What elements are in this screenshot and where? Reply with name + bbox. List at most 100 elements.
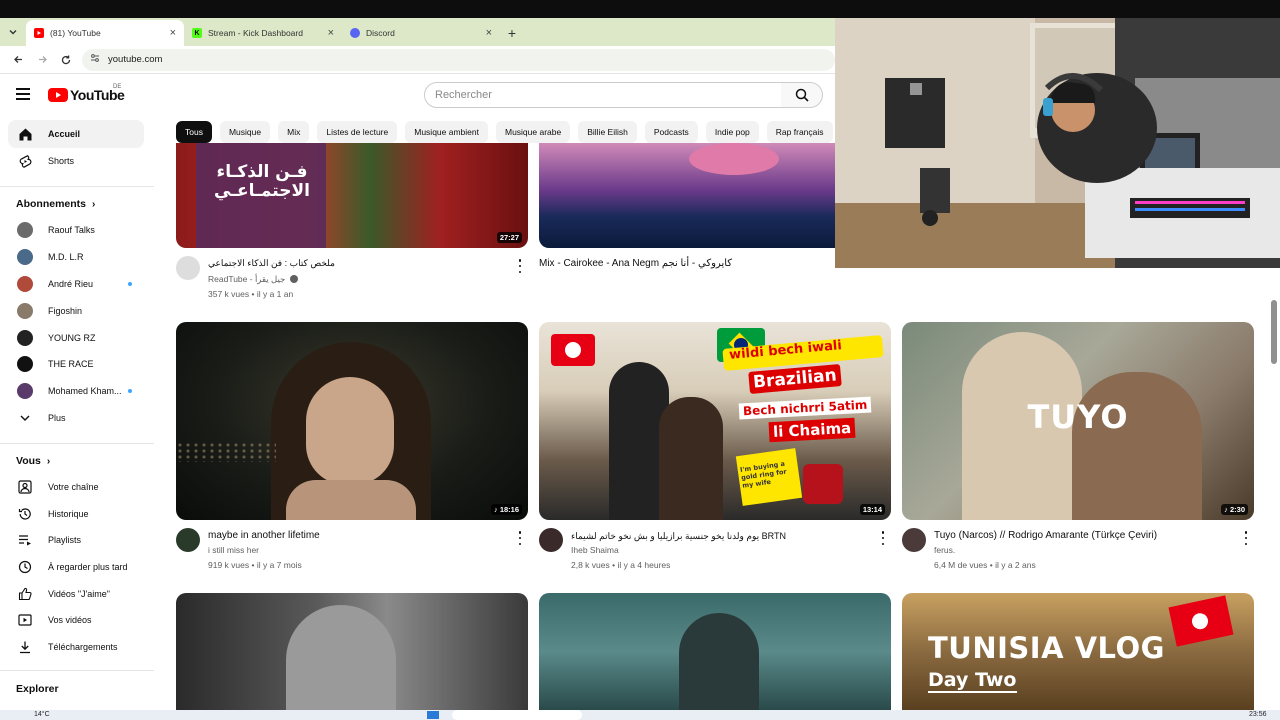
channel-avatar[interactable] <box>176 528 200 552</box>
sidebar-item-your-videos[interactable]: Vos vidéos <box>8 606 144 634</box>
video-thumbnail[interactable]: فـن الذكـاء الاجتمـاعـي 27:27 <box>176 143 528 248</box>
channel-avatar[interactable] <box>902 528 926 552</box>
chip[interactable]: Mix <box>278 121 310 143</box>
video-thumbnail[interactable]: wildi bech iwali Brazilian Bech nichrri … <box>539 322 891 520</box>
chip[interactable]: Musique arabe <box>495 121 571 143</box>
channel-label: ReadTube - جيل يقرأ <box>208 274 286 284</box>
search-icon <box>795 88 809 102</box>
arrow-right-icon <box>38 56 47 63</box>
watch-later-icon <box>16 558 34 576</box>
sidebar-item-subscription[interactable]: Figoshin <box>8 297 144 325</box>
channel-avatar[interactable] <box>176 256 200 280</box>
sidebar-item-liked-videos[interactable]: Vidéos "J'aime" <box>8 580 144 608</box>
tab-close-button[interactable]: × <box>486 27 492 39</box>
tab-close-button[interactable]: × <box>170 27 176 39</box>
sidebar-item-watch-later[interactable]: À regarder plus tard <box>8 553 144 581</box>
subscriptions-heading[interactable]: Abonnements › <box>16 198 95 210</box>
view-count: 2,8 k vues <box>571 560 610 570</box>
explore-heading: Explorer <box>16 683 59 695</box>
video-thumbnail[interactable]: TUNISIA VLOG Day Two <box>902 593 1254 710</box>
sidebar-item-subscription[interactable]: YOUNG RZ <box>8 324 144 352</box>
sidebar-item-label: Accueil <box>48 129 81 139</box>
back-button[interactable] <box>6 48 30 72</box>
tab-youtube[interactable]: (81) YouTube × <box>26 20 184 46</box>
verified-icon <box>289 275 298 283</box>
video-title[interactable]: يوم ولدنا يخو جنسية برازيليا و بش نخو خا… <box>571 531 786 542</box>
screen: { "browser": { "tabs": [ {"title": "(81)… <box>0 0 1280 720</box>
more-actions-icon[interactable] <box>517 259 523 273</box>
channel-avatar[interactable] <box>539 528 563 552</box>
sidebar-divider <box>0 670 154 671</box>
sidebar-item-playlists[interactable]: Playlists <box>8 526 144 554</box>
video-title[interactable]: Tuyo (Narcos) // Rodrigo Amarante (Türkç… <box>934 530 1157 541</box>
youtube-logo[interactable]: YouTube DE <box>48 84 125 103</box>
sidebar-item-subscription[interactable]: Raouf Talks <box>8 216 144 244</box>
thumbnail-person <box>659 397 723 520</box>
sidebar-item-subscription[interactable]: M.D. L.R <box>8 243 144 271</box>
upload-age: il y a 2 ans <box>995 560 1036 570</box>
search-button[interactable] <box>781 82 823 108</box>
channel-name[interactable]: Iheb Shaima <box>571 545 619 555</box>
sidebar-item-shorts[interactable]: Shorts <box>8 147 144 175</box>
more-actions-icon[interactable] <box>517 531 523 545</box>
chip[interactable]: Musique ambient <box>405 121 488 143</box>
avatar <box>17 222 33 238</box>
chip[interactable]: Rap français <box>766 121 833 143</box>
site-info-icon[interactable] <box>90 53 100 66</box>
sidebar-item-history[interactable]: Historique <box>8 500 144 528</box>
video-title[interactable]: ملخص كتاب : فن الذكاء الاجتماعي <box>208 258 335 269</box>
chevron-down-icon <box>9 30 17 35</box>
youtube-play-icon <box>48 88 68 102</box>
sidebar-item-label: Votre chaîne <box>48 482 99 492</box>
reload-button[interactable] <box>54 48 78 72</box>
video-title[interactable]: maybe in another lifetime <box>208 530 320 541</box>
thumbnail-face <box>679 613 759 710</box>
sidebar-item-subscription[interactable]: Mohamed Kham... <box>8 377 144 405</box>
duration-badge: 13:14 <box>859 504 885 515</box>
chevron-down-icon <box>16 409 34 427</box>
forward-button[interactable] <box>30 48 54 72</box>
sidebar-item-downloads[interactable]: Téléchargements <box>8 633 144 661</box>
video-thumbnail[interactable] <box>539 143 835 248</box>
chip[interactable]: Listes de lecture <box>317 121 398 143</box>
tab-discord[interactable]: Discord × <box>342 20 500 46</box>
sidebar-item-subscription[interactable]: André Rieu <box>8 270 144 298</box>
avatar <box>17 276 33 292</box>
more-actions-icon[interactable] <box>880 531 886 545</box>
duration-value: 18:16 <box>499 505 519 514</box>
video-thumbnail[interactable]: ♪ 18:16 <box>176 322 528 520</box>
page-scrollbar[interactable] <box>1271 300 1277 364</box>
url-field[interactable]: youtube.com <box>82 48 835 71</box>
chip-all[interactable]: Tous <box>176 121 212 143</box>
video-title[interactable]: Mix - Cairokee - Ana Negm كايروكي - أنا … <box>539 258 732 269</box>
you-heading[interactable]: Vous › <box>16 455 50 467</box>
sidebar-item-home[interactable]: Accueil <box>8 120 144 148</box>
sidebar-item-your-channel[interactable]: Votre chaîne <box>8 473 144 501</box>
chip[interactable]: Podcasts <box>644 121 698 143</box>
sidebar-item-more[interactable]: Plus <box>8 404 144 432</box>
more-actions-icon[interactable] <box>1243 531 1249 545</box>
sidebar-item-label: Vos vidéos <box>48 615 92 625</box>
tab-close-button[interactable]: × <box>328 27 334 39</box>
video-thumbnail[interactable] <box>176 593 528 710</box>
new-content-dot <box>128 389 132 393</box>
sidebar-item-subscription[interactable]: THE RACE <box>8 350 144 378</box>
video-thumbnail[interactable]: TUYO ♪ 2:30 <box>902 322 1254 520</box>
tab-bar: (81) YouTube × K Stream - Kick Dashboard… <box>0 18 835 46</box>
menu-icon[interactable] <box>16 88 30 100</box>
sidebar-divider <box>0 443 154 444</box>
tab-kick[interactable]: K Stream - Kick Dashboard × <box>184 20 342 46</box>
thumbnail-shape <box>689 143 779 175</box>
start-icon[interactable] <box>427 711 439 719</box>
new-tab-button[interactable]: + <box>500 20 524 46</box>
channel-name[interactable]: i still miss her <box>208 545 259 555</box>
channel-name[interactable]: ferus. <box>934 545 955 555</box>
chip[interactable]: Indie pop <box>705 121 759 143</box>
search-input[interactable]: Rechercher <box>424 82 782 108</box>
channel-name[interactable]: ReadTube - جيل يقرأ <box>208 274 298 285</box>
video-thumbnail[interactable] <box>539 593 891 710</box>
chip[interactable]: Musique <box>219 121 271 143</box>
tab-search-button[interactable] <box>0 18 26 46</box>
taskbar-search[interactable] <box>452 710 582 720</box>
chip[interactable]: Billie Eilish <box>578 121 637 143</box>
